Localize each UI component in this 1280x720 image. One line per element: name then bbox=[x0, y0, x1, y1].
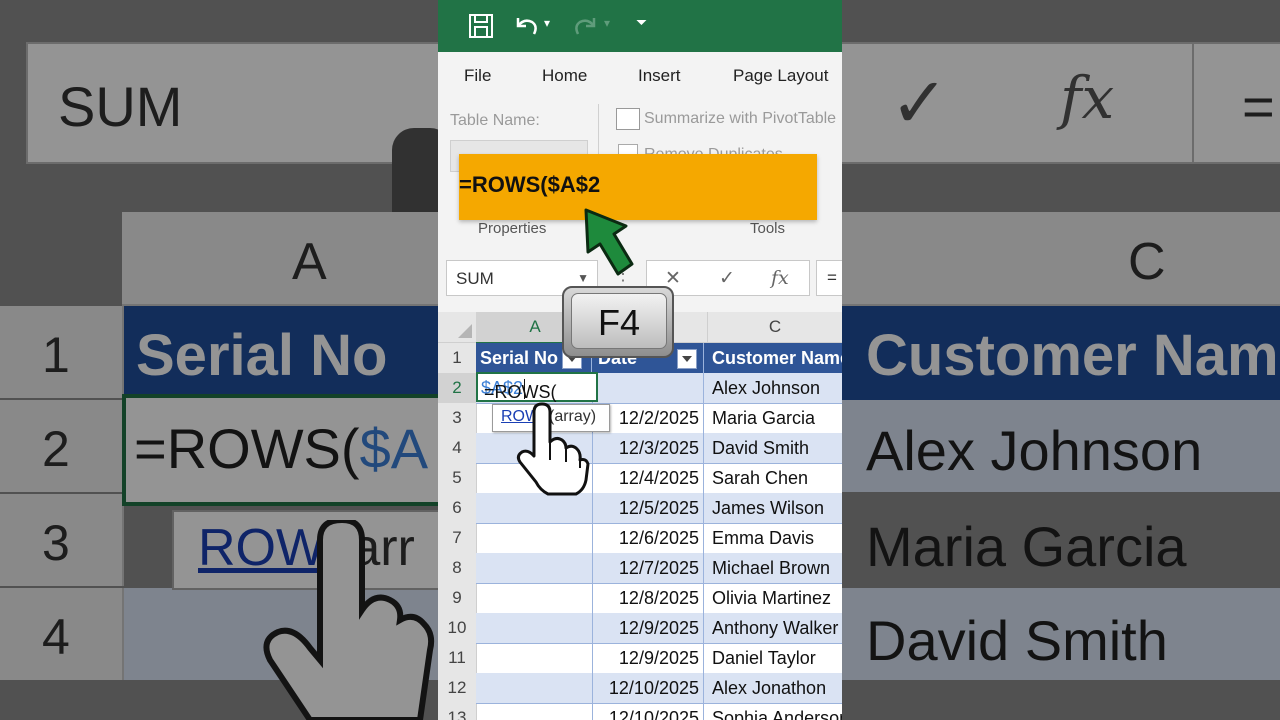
cell-date[interactable]: 12/3/2025 bbox=[594, 433, 704, 463]
ribbon-tabs: File Home Insert Page Layout bbox=[438, 52, 842, 98]
keycap-label: F4 bbox=[597, 302, 640, 343]
pivot-table-icon bbox=[616, 108, 640, 130]
f4-key-overlay: F4 bbox=[562, 286, 674, 358]
formula-input-value: = bbox=[827, 268, 837, 287]
cell-customer[interactable]: Maria Garcia bbox=[708, 403, 842, 433]
cell-date[interactable]: 12/7/2025 bbox=[594, 553, 704, 583]
cell-date[interactable]: 12/9/2025 bbox=[594, 643, 704, 673]
table-row: 12/6/2025 Emma Davis bbox=[476, 523, 842, 554]
excel-window: ▾ ▾ ⏷ File Home Insert Page Layout Table… bbox=[438, 0, 842, 720]
tab-page-layout[interactable]: Page Layout bbox=[733, 66, 828, 86]
enter-icon[interactable]: ✓ bbox=[719, 267, 735, 290]
undo-dropdown-icon[interactable]: ▾ bbox=[544, 16, 550, 30]
cell-date[interactable]: 12/8/2025 bbox=[594, 583, 704, 613]
header-customer-name[interactable]: Customer Name bbox=[708, 343, 842, 373]
row-header-9[interactable]: 9 bbox=[438, 583, 477, 614]
cell-serial[interactable] bbox=[476, 703, 593, 720]
row-header-7[interactable]: 7 bbox=[438, 523, 477, 554]
quick-access-toolbar: ▾ ▾ ⏷ bbox=[438, 0, 842, 52]
save-icon[interactable] bbox=[468, 13, 494, 39]
cell-customer[interactable]: Emma Davis bbox=[708, 523, 842, 553]
row-header-12[interactable]: 12 bbox=[438, 673, 477, 704]
cell-customer[interactable]: Sophia Anderson bbox=[708, 703, 842, 720]
cell-date[interactable]: 12/9/2025 bbox=[594, 613, 704, 643]
row-header-6[interactable]: 6 bbox=[438, 493, 477, 524]
column-header-c[interactable]: C bbox=[708, 312, 842, 343]
name-box-value: SUM bbox=[456, 269, 494, 288]
table-row: 12/9/2025 Daniel Taylor bbox=[476, 643, 842, 674]
active-cell-editor[interactable]: =ROWS($A$2 bbox=[476, 372, 598, 402]
cell-customer[interactable]: Sarah Chen bbox=[708, 463, 842, 493]
table-row: 12/10/2025 Alex Jonathon bbox=[476, 673, 842, 704]
summarize-pivot-button[interactable]: Summarize with PivotTable bbox=[644, 110, 836, 128]
cell-date[interactable]: 12/10/2025 bbox=[594, 703, 704, 720]
cell-serial[interactable] bbox=[476, 583, 593, 613]
cell-date[interactable]: 12/6/2025 bbox=[594, 523, 704, 553]
row-header-5[interactable]: 5 bbox=[438, 463, 477, 494]
green-arrow-icon bbox=[584, 208, 634, 276]
row-header-13[interactable]: 13 bbox=[438, 703, 477, 720]
cell-customer[interactable]: Alex Johnson bbox=[708, 373, 842, 403]
cell-customer[interactable]: Alex Jonathon bbox=[708, 673, 842, 703]
table-row: 12/7/2025 Michael Brown bbox=[476, 553, 842, 584]
formula-callout: =ROWS($A$2 bbox=[459, 154, 817, 220]
tab-insert[interactable]: Insert bbox=[638, 66, 681, 86]
cell-customer[interactable]: Olivia Martinez bbox=[708, 583, 842, 613]
cell-serial[interactable] bbox=[476, 613, 593, 643]
cell-serial[interactable] bbox=[476, 553, 593, 583]
tools-group-label: Tools bbox=[750, 220, 786, 237]
cell-customer[interactable]: James Wilson bbox=[708, 493, 842, 523]
formula-input[interactable]: = bbox=[816, 260, 842, 296]
row-header-3[interactable]: 3 bbox=[438, 403, 477, 434]
cell-customer[interactable]: Anthony Walker bbox=[708, 613, 842, 643]
filter-dropdown-icon[interactable] bbox=[677, 349, 698, 370]
redo-dropdown-icon: ▾ bbox=[604, 16, 611, 30]
cell-date[interactable]: 12/5/2025 bbox=[594, 493, 704, 523]
table-row: 12/9/2025 Anthony Walker bbox=[476, 613, 842, 644]
row-header-10[interactable]: 10 bbox=[438, 613, 477, 644]
row-header-4[interactable]: 4 bbox=[438, 433, 477, 464]
customize-qat-icon[interactable]: ⏷ bbox=[636, 14, 647, 31]
insert-function-icon[interactable]: fx bbox=[771, 267, 789, 289]
hand-cursor-icon bbox=[516, 402, 590, 496]
select-all-button[interactable] bbox=[438, 312, 477, 343]
cell-customer[interactable]: Daniel Taylor bbox=[708, 643, 842, 673]
cell-date[interactable]: 12/2/2025 bbox=[594, 403, 704, 433]
row-header-8[interactable]: 8 bbox=[438, 553, 477, 584]
properties-group-label: Properties bbox=[478, 220, 547, 237]
cell-date[interactable]: 12/10/2025 bbox=[594, 673, 704, 703]
tab-home[interactable]: Home bbox=[542, 66, 587, 86]
cell-serial[interactable] bbox=[476, 673, 593, 703]
row-header-2[interactable]: 2 bbox=[438, 373, 477, 404]
cell-serial[interactable] bbox=[476, 643, 593, 673]
redo-icon bbox=[575, 18, 596, 35]
callout-text: =ROWS($A$2 bbox=[459, 172, 601, 197]
cell-serial[interactable] bbox=[476, 523, 593, 553]
table-row: 12/8/2025 Olivia Martinez bbox=[476, 583, 842, 614]
worksheet-grid: A B C 1 2 3 4 5 6 7 8 9 10 11 12 13 Seri… bbox=[438, 312, 842, 720]
cell-customer[interactable]: Michael Brown bbox=[708, 553, 842, 583]
tab-file[interactable]: File bbox=[464, 66, 491, 86]
table-name-label: Table Name: bbox=[450, 112, 540, 129]
undo-icon[interactable] bbox=[512, 12, 540, 40]
edit-cell-text: =ROWS($A$2 bbox=[481, 378, 557, 402]
table-row: 12/10/2025 Sophia Anderson bbox=[476, 703, 842, 720]
cell-date[interactable]: 12/4/2025 bbox=[594, 463, 704, 493]
row-header-11[interactable]: 11 bbox=[438, 643, 477, 674]
cell-customer[interactable]: David Smith bbox=[708, 433, 842, 463]
row-header-1[interactable]: 1 bbox=[438, 343, 477, 374]
cell-date[interactable] bbox=[594, 373, 704, 403]
